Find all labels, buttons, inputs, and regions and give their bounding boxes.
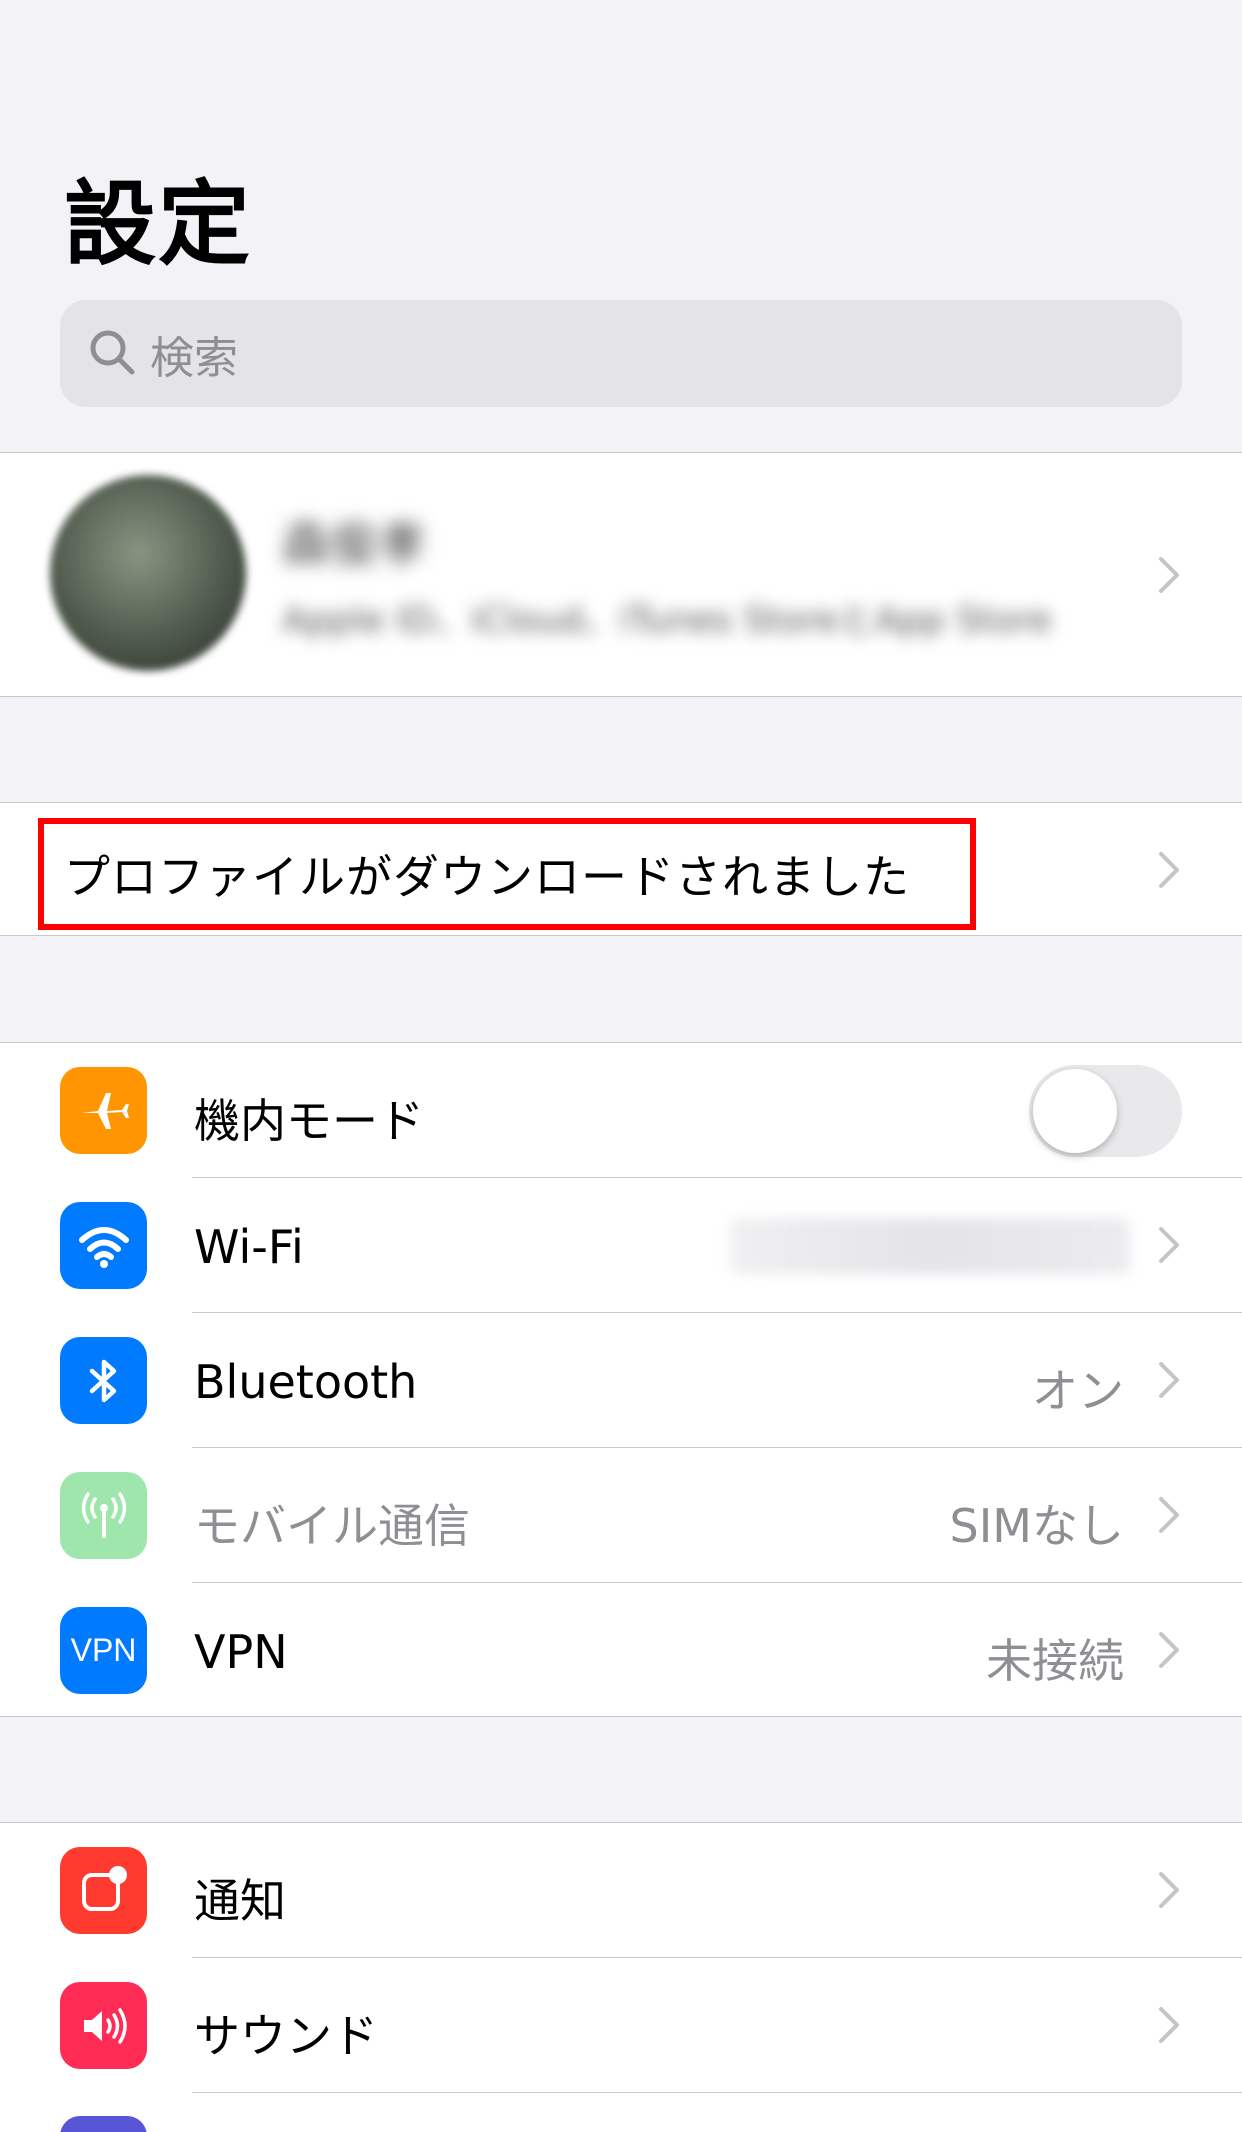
vpn-label: VPN	[194, 1625, 288, 1679]
airplane-mode-row: 機内モード	[0, 1043, 1242, 1178]
notifications-label: 通知	[194, 1874, 286, 1928]
speaker-icon	[60, 1982, 147, 2069]
vpn-icon: VPN	[60, 1607, 147, 1694]
search-icon	[84, 324, 140, 384]
bluetooth-status: オン	[1032, 1364, 1124, 1418]
search-input[interactable]: 検索	[60, 300, 1182, 407]
vpn-icon-text: VPN	[70, 1632, 137, 1668]
highlight-annotation-box	[38, 818, 976, 930]
chevron-right-icon	[1158, 556, 1180, 594]
antenna-icon	[60, 1472, 147, 1559]
sounds-row[interactable]: サウンド	[0, 1958, 1242, 2093]
airplane-mode-toggle[interactable]	[1029, 1065, 1182, 1157]
mobile-data-row[interactable]: モバイル通信 SIMなし	[0, 1448, 1242, 1583]
airplane-mode-label: 機内モード	[194, 1094, 424, 1148]
chevron-right-icon	[1158, 1631, 1180, 1669]
network-settings-group: 機内モード Wi-Fi Bluetooth オン モバイル通信 SIMなし VP…	[0, 1042, 1242, 1717]
notification-settings-group: 通知 サウンド	[0, 1822, 1242, 2132]
wifi-row[interactable]: Wi-Fi	[0, 1178, 1242, 1313]
wifi-label: Wi-Fi	[194, 1220, 304, 1274]
notifications-row[interactable]: 通知	[0, 1823, 1242, 1958]
chevron-right-icon	[1158, 1361, 1180, 1399]
sounds-label: サウンド	[194, 2009, 378, 2063]
chevron-right-icon	[1158, 1871, 1180, 1909]
vpn-row[interactable]: VPN VPN 未接続	[0, 1583, 1242, 1718]
airplane-icon	[60, 1067, 147, 1154]
wifi-icon	[60, 1202, 147, 1289]
divider	[192, 2092, 1242, 2093]
chevron-right-icon	[1158, 851, 1180, 889]
profile-name: 森俊孝	[282, 517, 427, 573]
toggle-knob	[1033, 1069, 1117, 1153]
search-placeholder: 検索	[150, 332, 238, 384]
notification-icon	[60, 1847, 147, 1934]
page-title: 設定	[64, 171, 253, 278]
vpn-status: 未接続	[986, 1634, 1124, 1688]
chevron-right-icon	[1158, 2006, 1180, 2044]
partial-app-icon	[60, 2116, 147, 2132]
chevron-right-icon	[1158, 1496, 1180, 1534]
mobile-data-label: モバイル通信	[194, 1499, 470, 1553]
bluetooth-icon	[60, 1337, 147, 1424]
bluetooth-label: Bluetooth	[194, 1355, 418, 1409]
mobile-data-status: SIMなし	[949, 1499, 1124, 1553]
avatar	[50, 475, 246, 671]
bluetooth-row[interactable]: Bluetooth オン	[0, 1313, 1242, 1448]
chevron-right-icon	[1158, 1226, 1180, 1264]
wifi-network-name-redacted	[730, 1218, 1130, 1274]
apple-id-profile-row[interactable]: 森俊孝 Apple ID、iCloud、iTunes StoreとApp Sto…	[0, 452, 1242, 697]
profile-subtitle: Apple ID、iCloud、iTunes StoreとApp Store	[282, 600, 1052, 641]
